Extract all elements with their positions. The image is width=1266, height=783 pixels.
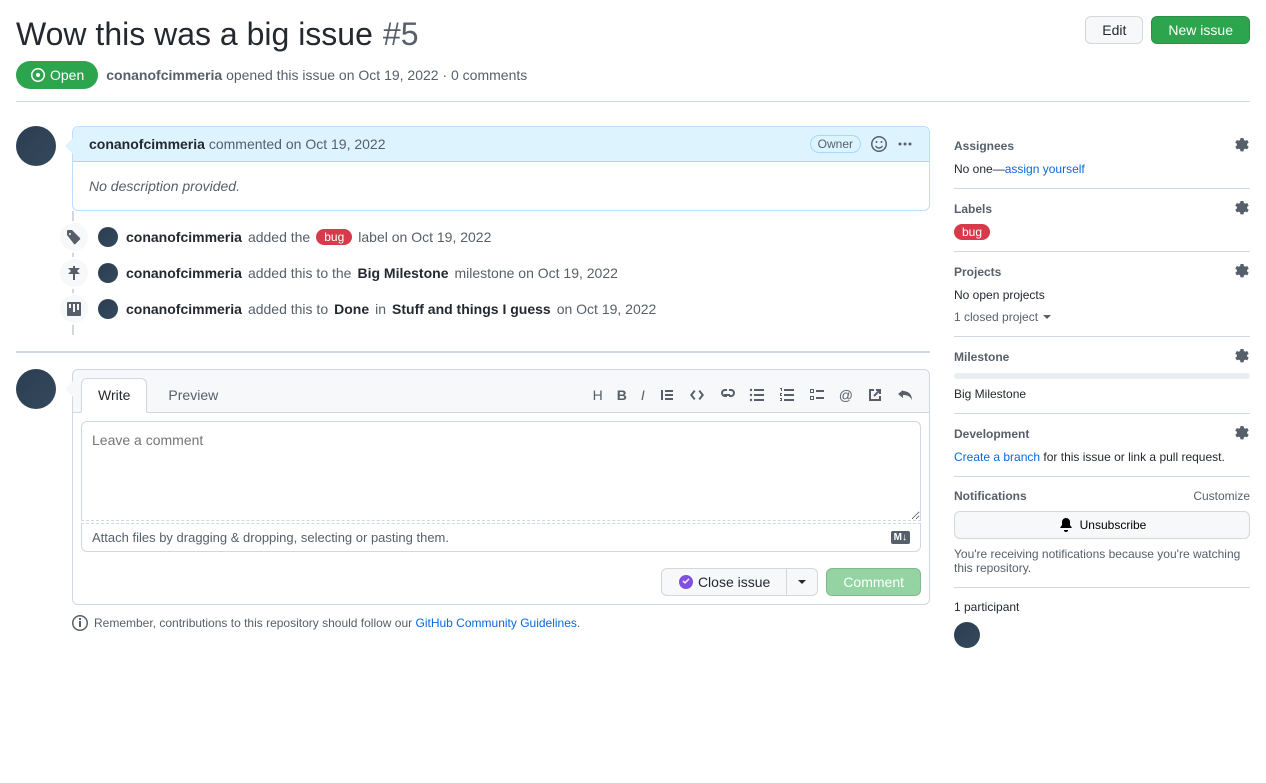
comment-button[interactable]: Comment <box>826 568 921 596</box>
comment-timestamp: commented on Oct 19, 2022 <box>205 136 386 152</box>
owner-badge: Owner <box>810 135 861 153</box>
link-icon[interactable] <box>719 387 735 403</box>
tab-write[interactable]: Write <box>81 378 147 413</box>
list-ol-icon[interactable] <box>779 387 795 403</box>
closed-projects-toggle[interactable]: 1 closed project <box>954 310 1250 324</box>
tasklist-icon[interactable] <box>809 387 825 403</box>
milestone-link[interactable]: Big Milestone <box>357 265 448 281</box>
assignees-header[interactable]: Assignees <box>954 138 1250 154</box>
close-issue-dropdown[interactable] <box>787 568 818 596</box>
comment-form: Write Preview H B I @ <box>72 369 930 605</box>
tab-preview[interactable]: Preview <box>151 378 235 412</box>
bug-label[interactable]: bug <box>316 229 352 245</box>
milestone-header[interactable]: Milestone <box>954 349 1250 365</box>
create-branch-link[interactable]: Create a branch <box>954 450 1040 464</box>
comment-textarea[interactable] <box>81 421 921 521</box>
crossref-icon[interactable] <box>867 387 883 403</box>
issue-number: #5 <box>383 16 419 53</box>
comment-body: No description provided. <box>73 162 929 210</box>
quote-icon[interactable] <box>659 387 675 403</box>
comment-author[interactable]: conanofcimmeria <box>89 136 205 152</box>
projects-header[interactable]: Projects <box>954 264 1250 280</box>
avatar[interactable] <box>98 263 118 283</box>
milestone-progress <box>954 373 1250 379</box>
customize-link[interactable]: Customize <box>1193 489 1250 503</box>
avatar[interactable] <box>16 126 56 166</box>
projects-none: No open projects <box>954 288 1250 302</box>
participants-count: 1 participant <box>954 600 1250 614</box>
project-link[interactable]: Stuff and things I guess <box>392 301 551 317</box>
chevron-down-icon <box>1042 312 1052 322</box>
list-ul-icon[interactable] <box>749 387 765 403</box>
emoji-icon[interactable] <box>871 136 887 152</box>
issue-open-icon <box>30 67 46 83</box>
issue-closed-icon <box>678 574 694 590</box>
project-icon <box>58 293 90 325</box>
subscription-note: You're receiving notifications because y… <box>954 547 1250 575</box>
author-link[interactable]: conanofcimmeria <box>126 229 242 245</box>
gear-icon[interactable] <box>1234 426 1250 442</box>
avatar[interactable] <box>954 622 980 648</box>
markdown-icon[interactable]: M↓ <box>891 531 910 544</box>
unsubscribe-button[interactable]: Unsubscribe <box>954 511 1250 539</box>
avatar[interactable] <box>98 299 118 319</box>
new-issue-button[interactable]: New issue <box>1151 16 1250 44</box>
author-link[interactable]: conanofcimmeria <box>126 265 242 281</box>
code-icon[interactable] <box>689 387 705 403</box>
assignees-content: No one—assign yourself <box>954 162 1250 176</box>
italic-icon[interactable]: I <box>641 387 645 403</box>
edit-button[interactable]: Edit <box>1085 16 1143 44</box>
avatar[interactable] <box>16 369 56 409</box>
tag-icon <box>58 221 90 253</box>
gear-icon[interactable] <box>1234 138 1250 154</box>
author-link[interactable]: conanofcimmeria <box>106 67 222 83</box>
guidelines-link[interactable]: GitHub Community Guidelines <box>416 616 577 630</box>
notifications-header: NotificationsCustomize <box>954 489 1250 503</box>
issue-meta: conanofcimmeria opened this issue on Oct… <box>106 67 527 83</box>
assign-yourself-link[interactable]: assign yourself <box>1005 162 1085 176</box>
issue-title: Wow this was a big issue <box>16 16 373 53</box>
milestone-icon <box>58 257 90 289</box>
milestone-link[interactable]: Big Milestone <box>954 387 1250 401</box>
status-badge: Open <box>16 61 98 89</box>
bold-icon[interactable]: B <box>617 387 627 403</box>
author-link[interactable]: conanofcimmeria <box>126 301 242 317</box>
reply-icon[interactable] <box>897 387 913 403</box>
gear-icon[interactable] <box>1234 201 1250 217</box>
avatar[interactable] <box>98 227 118 247</box>
development-header[interactable]: Development <box>954 426 1250 442</box>
labels-header[interactable]: Labels <box>954 201 1250 217</box>
comment-box: conanofcimmeria commented on Oct 19, 202… <box>72 126 930 211</box>
bell-slash-icon <box>1058 517 1074 533</box>
info-icon <box>72 615 88 631</box>
gear-icon[interactable] <box>1234 264 1250 280</box>
gear-icon[interactable] <box>1234 349 1250 365</box>
kebab-icon[interactable] <box>897 136 913 152</box>
chevron-down-icon <box>797 577 807 587</box>
attach-hint[interactable]: Attach files by dragging & dropping, sel… <box>81 523 921 552</box>
bug-label[interactable]: bug <box>954 224 990 240</box>
close-issue-button[interactable]: Close issue <box>661 568 787 596</box>
heading-icon[interactable]: H <box>593 387 603 403</box>
mention-icon[interactable]: @ <box>839 387 853 403</box>
